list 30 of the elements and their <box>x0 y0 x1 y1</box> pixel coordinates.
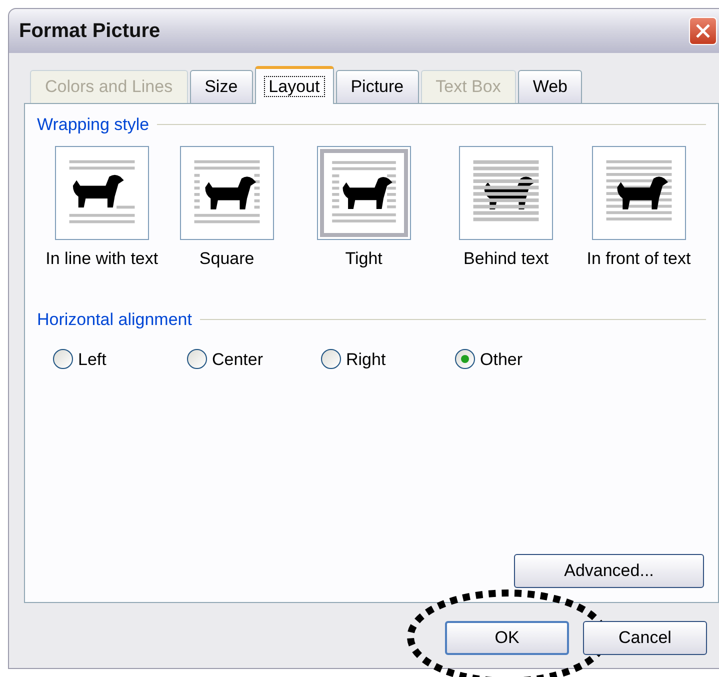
radio-button[interactable] <box>187 349 207 370</box>
wrap-style-option[interactable] <box>316 146 411 240</box>
option-label: Behind text <box>464 248 549 270</box>
radio-option[interactable]: Right <box>321 346 455 372</box>
dialog-button[interactable]: OK <box>445 621 569 655</box>
group-heading: Horizontal alignment <box>37 309 192 331</box>
radio-option[interactable]: Left <box>53 346 187 372</box>
radio-option[interactable]: Other <box>455 346 589 372</box>
close-button[interactable] <box>689 17 717 45</box>
advanced-button[interactable]: Advanced... <box>514 554 704 588</box>
dialog-button[interactable]: Cancel <box>583 621 707 655</box>
radio-button[interactable] <box>321 349 341 370</box>
wrap-style-option[interactable] <box>592 146 686 240</box>
wrap-style-option[interactable] <box>180 146 274 240</box>
option-label: In front of text <box>586 248 691 270</box>
wrap-style-option[interactable] <box>459 146 554 240</box>
radio-option[interactable]: Center <box>187 346 321 372</box>
wrap-style-option[interactable] <box>54 146 149 240</box>
option-label: Square <box>199 248 254 270</box>
group-heading: Wrapping style <box>37 114 150 136</box>
option-label: In line with text <box>46 248 158 270</box>
option-label: Tight <box>345 248 382 270</box>
tab[interactable]: Web <box>518 70 582 103</box>
radio-button[interactable] <box>53 349 73 370</box>
window-title: Format Picture <box>19 19 160 44</box>
tab[interactable]: Picture <box>336 70 419 103</box>
radio-button[interactable] <box>455 349 475 370</box>
tab[interactable]: Size <box>190 70 253 103</box>
close-icon <box>695 23 711 39</box>
tab[interactable]: Layout <box>254 66 334 104</box>
